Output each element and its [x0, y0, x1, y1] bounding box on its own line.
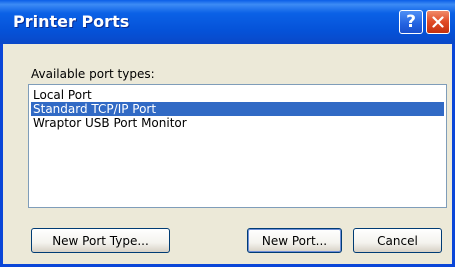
new-port-button[interactable]: New Port... [247, 228, 342, 253]
new-port-type-button[interactable]: New Port Type... [31, 228, 170, 253]
dialog-title: Printer Ports [13, 12, 130, 31]
available-port-types-label: Available port types: [31, 67, 155, 81]
close-icon [432, 16, 444, 28]
list-item-standard-tcp-ip-port[interactable]: Standard TCP/IP Port [31, 102, 444, 116]
help-button[interactable]: ? [399, 10, 423, 34]
help-icon: ? [406, 11, 416, 32]
list-item-local-port[interactable]: Local Port [31, 88, 444, 102]
port-types-listbox[interactable]: Local Port Standard TCP/IP Port Wraptor … [28, 84, 447, 208]
printer-ports-dialog: Printer Ports ? Available port types: Lo… [0, 0, 455, 267]
close-button[interactable] [426, 10, 450, 34]
title-bar[interactable]: Printer Ports ? [0, 0, 455, 44]
cancel-button[interactable]: Cancel [353, 228, 442, 253]
list-item-wraptor-usb-port-monitor[interactable]: Wraptor USB Port Monitor [31, 116, 444, 130]
